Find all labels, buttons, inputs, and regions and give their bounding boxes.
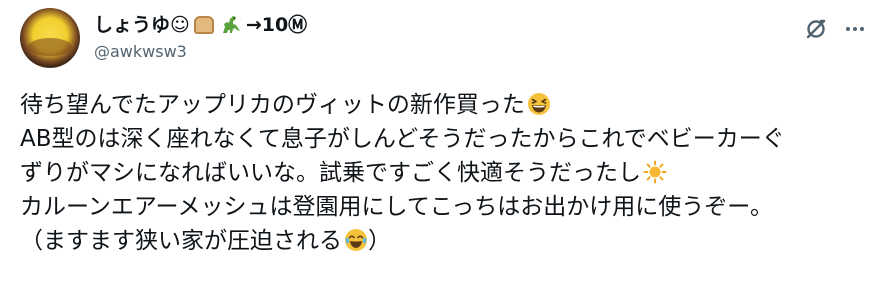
post-text-line-3: ずりがマシになればいいな。試乗ですごく快適そうだったし [20, 160, 641, 186]
crying-laughing-face-icon [345, 229, 367, 251]
more-dot [853, 27, 857, 31]
post-text-line: ずりがマシになればいいな。試乗ですごく快適そうだったし [20, 156, 876, 190]
display-name-suffix: →10Ⓜ [245, 14, 308, 36]
grinning-squinting-face-icon [527, 93, 550, 115]
post-text-line-2: AB型のは深く座れなくて息子がしんどそうだったからこれでベビーカーぐ [20, 126, 785, 152]
post-text-line-5: （ますます狭い家が圧迫される [20, 228, 342, 254]
avatar-plate [28, 38, 72, 56]
more-dot [846, 27, 850, 31]
post-text-line: カルーンエアーメッシュは登園用にしてこっちはお出かけ用に使うぞー。 [20, 190, 876, 224]
grok-icon[interactable] [803, 16, 829, 42]
post-text: 待ち望んでたアップリカのヴィットの新作買った AB型のは深く座れなくて息子がしん… [20, 88, 876, 258]
post-text-line-4: カルーンエアーメッシュは登園用にしてこっちはお出かけ用に使うぞー。 [20, 194, 774, 220]
post-text-line: 待ち望んでたアップリカのヴィットの新作買った [20, 88, 876, 122]
author-handle[interactable]: @awkwsw3 [94, 41, 307, 63]
display-name-prefix: しょうゆ☺ [94, 14, 190, 36]
author-identity: しょうゆ☺ →10Ⓜ @awkwsw3 [94, 12, 307, 63]
author-avatar[interactable] [20, 8, 80, 68]
author-display-name[interactable]: しょうゆ☺ →10Ⓜ [94, 12, 307, 38]
post-text-line-5-end: ） [368, 228, 391, 254]
post-text-line: （ますます狭い家が圧迫される ） [20, 224, 876, 258]
sun-icon [643, 160, 667, 184]
post-text-line-1: 待ち望んでたアップリカのヴィットの新作買った [20, 92, 525, 118]
more-options-icon[interactable] [842, 16, 868, 42]
post-text-line: AB型のは深く座れなくて息子がしんどそうだったからこれでベビーカーぐ [20, 122, 876, 156]
post-card: しょうゆ☺ →10Ⓜ @awkwsw3 待ち望んでたアップリカのヴィットの新作買… [0, 0, 886, 283]
dinosaur-icon [222, 16, 240, 33]
more-dot [860, 27, 864, 31]
bread-icon [193, 16, 214, 34]
